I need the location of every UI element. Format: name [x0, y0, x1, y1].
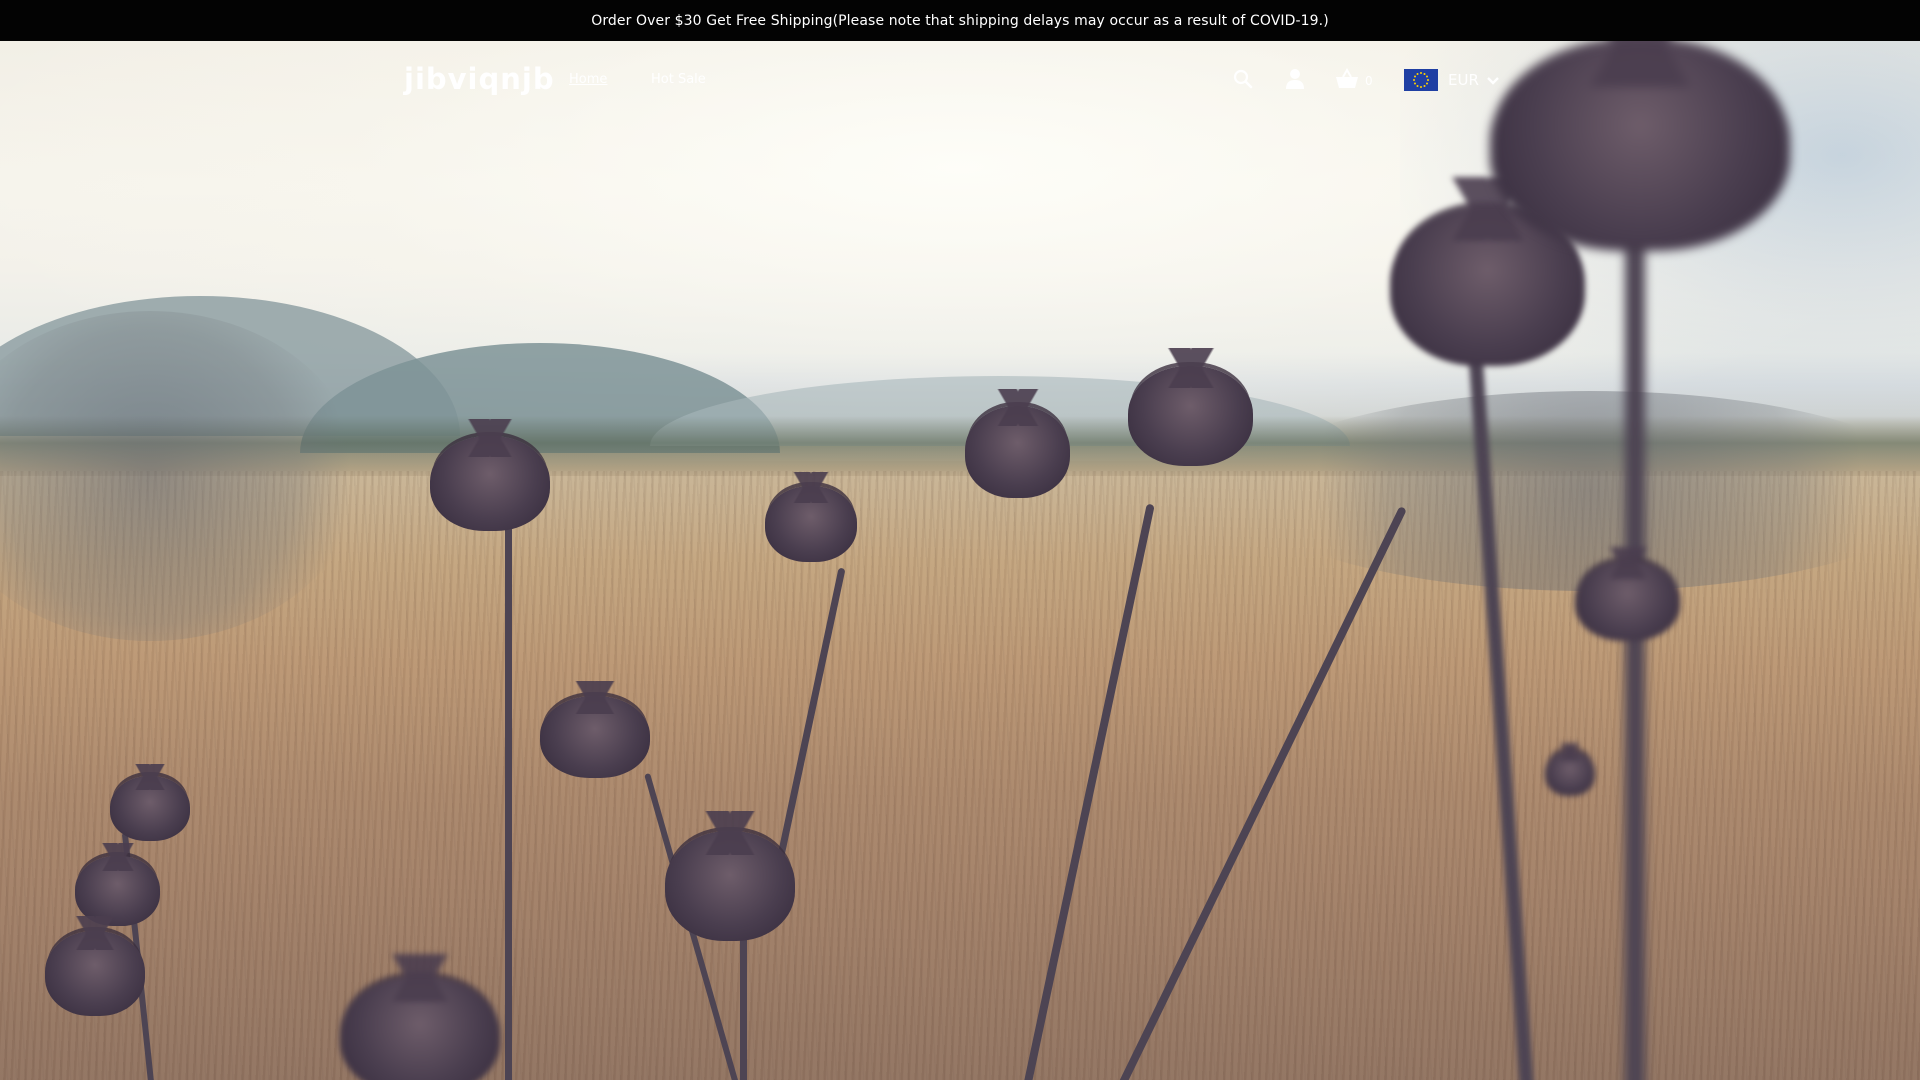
- user-icon[interactable]: [1283, 67, 1307, 91]
- flower-head: [965, 389, 1070, 498]
- cart-count: 0: [1365, 74, 1373, 88]
- flower-stem: [505, 461, 512, 1080]
- flower-head: [110, 764, 190, 841]
- announcement-text: Order Over $30 Get Free Shipping(Please …: [591, 12, 1329, 29]
- flower-head: [340, 954, 500, 1080]
- site-header: jibviqnjb Home Hot Sale 0 EUR: [0, 41, 1920, 121]
- nav-home[interactable]: Home: [569, 72, 607, 87]
- announcement-bar: Order Over $30 Get Free Shipping(Please …: [0, 0, 1920, 41]
- flower-stem: [1625, 221, 1645, 1080]
- flower-head: [540, 681, 650, 778]
- search-icon[interactable]: [1231, 67, 1255, 91]
- flower-head: [1545, 742, 1595, 796]
- flower-head: [1575, 546, 1680, 641]
- hero-banner-image: [0, 41, 1920, 1080]
- flower-head: [765, 472, 857, 562]
- bush-right: [1240, 391, 1920, 591]
- flower-head: [1128, 348, 1253, 466]
- flower-head: [45, 915, 145, 1016]
- flower-head: [665, 811, 795, 941]
- chevron-down-icon: [1487, 71, 1499, 90]
- currency-code: EUR: [1448, 71, 1479, 89]
- flower-stem: [740, 921, 747, 1080]
- nav-hot-sale[interactable]: Hot Sale: [651, 72, 706, 87]
- eu-flag-icon: [1404, 69, 1438, 91]
- currency-selector[interactable]: EUR: [1404, 68, 1499, 92]
- shopping-basket-icon[interactable]: [1335, 67, 1359, 91]
- flower-head: [430, 418, 550, 531]
- store-logo[interactable]: jibviqnjb: [404, 62, 555, 96]
